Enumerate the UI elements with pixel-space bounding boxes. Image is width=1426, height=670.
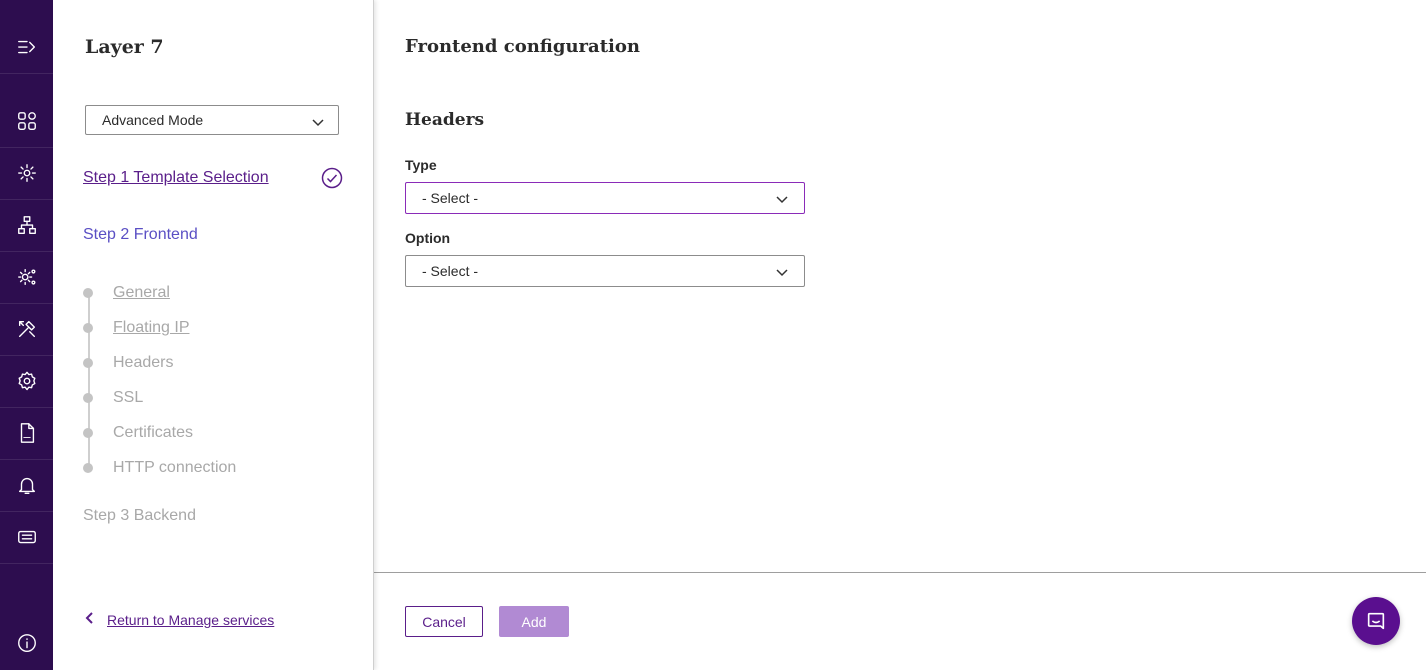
tools-icon	[18, 320, 35, 338]
type-select-value: - Select -	[422, 190, 479, 206]
services-icon	[17, 164, 36, 182]
step-3-label: Step 3 Backend	[83, 507, 196, 524]
option-label: Option	[405, 230, 451, 246]
services-button[interactable]	[0, 147, 53, 200]
substep-dot	[83, 393, 93, 403]
step-2-label[interactable]: Step 2 Frontend	[83, 226, 198, 244]
substep-general[interactable]: General	[83, 283, 170, 303]
substep-dot	[83, 463, 93, 473]
chat-button[interactable]	[1352, 597, 1400, 645]
main-content: Frontend configuration Headers Type - Se…	[374, 0, 1426, 670]
tools-button[interactable]	[0, 303, 53, 356]
menu-expand-button[interactable]	[0, 21, 53, 74]
chevron-left-icon	[83, 611, 97, 628]
settings-button[interactable]	[0, 355, 53, 408]
step-1-link[interactable]: Step 1 Template Selection	[83, 169, 269, 187]
substep-dot	[83, 428, 93, 438]
ticket-button[interactable]	[0, 511, 53, 564]
substep-http-connection: HTTP connection	[83, 458, 236, 478]
return-link[interactable]: Return to Manage services	[83, 611, 274, 628]
settings-advanced-icon	[17, 268, 35, 286]
notifications-button[interactable]	[0, 459, 53, 512]
cancel-button[interactable]: Cancel	[405, 606, 483, 637]
info-button[interactable]	[0, 617, 53, 669]
chevron-down-icon	[312, 115, 324, 127]
chevron-down-icon	[776, 192, 788, 204]
dashboard-button[interactable]	[0, 95, 53, 148]
type-select[interactable]: - Select -	[405, 182, 805, 214]
menu-expand-icon	[17, 40, 35, 54]
chat-icon	[1367, 612, 1385, 630]
substep-floating-ip[interactable]: Floating IP	[83, 318, 189, 338]
steps-panel: Layer 7 Advanced Mode Step 1 Template Se…	[53, 0, 374, 670]
add-button[interactable]: Add	[499, 606, 569, 637]
dashboard-icon	[17, 112, 36, 130]
chevron-down-icon	[776, 265, 788, 277]
substep-dot	[83, 288, 93, 298]
option-select-value: - Select -	[422, 263, 479, 279]
network-button[interactable]	[0, 199, 53, 252]
gear-icon	[18, 371, 35, 391]
network-icon	[17, 216, 36, 234]
footer-divider	[374, 572, 1426, 573]
log-file-icon	[20, 423, 34, 443]
bell-icon	[18, 477, 35, 494]
substep-certificates: Certificates	[83, 423, 193, 443]
info-icon	[17, 634, 36, 652]
page-title: Frontend configuration	[405, 36, 640, 57]
section-title: Headers	[405, 110, 485, 130]
mode-select[interactable]: Advanced Mode	[85, 105, 339, 135]
logs-button[interactable]	[0, 407, 53, 460]
icon-rail	[0, 0, 54, 670]
substep-dot	[83, 358, 93, 368]
substep-dot	[83, 323, 93, 333]
substep-ssl: SSL	[83, 388, 143, 408]
check-circle-icon	[321, 167, 343, 189]
substep-headers: Headers	[83, 353, 173, 373]
panel-title: Layer 7	[85, 36, 164, 58]
mode-select-value: Advanced Mode	[102, 112, 204, 128]
type-label: Type	[405, 157, 437, 173]
option-select[interactable]: - Select -	[405, 255, 805, 287]
advanced-settings-button[interactable]	[0, 251, 53, 304]
ticket-icon	[17, 530, 36, 544]
